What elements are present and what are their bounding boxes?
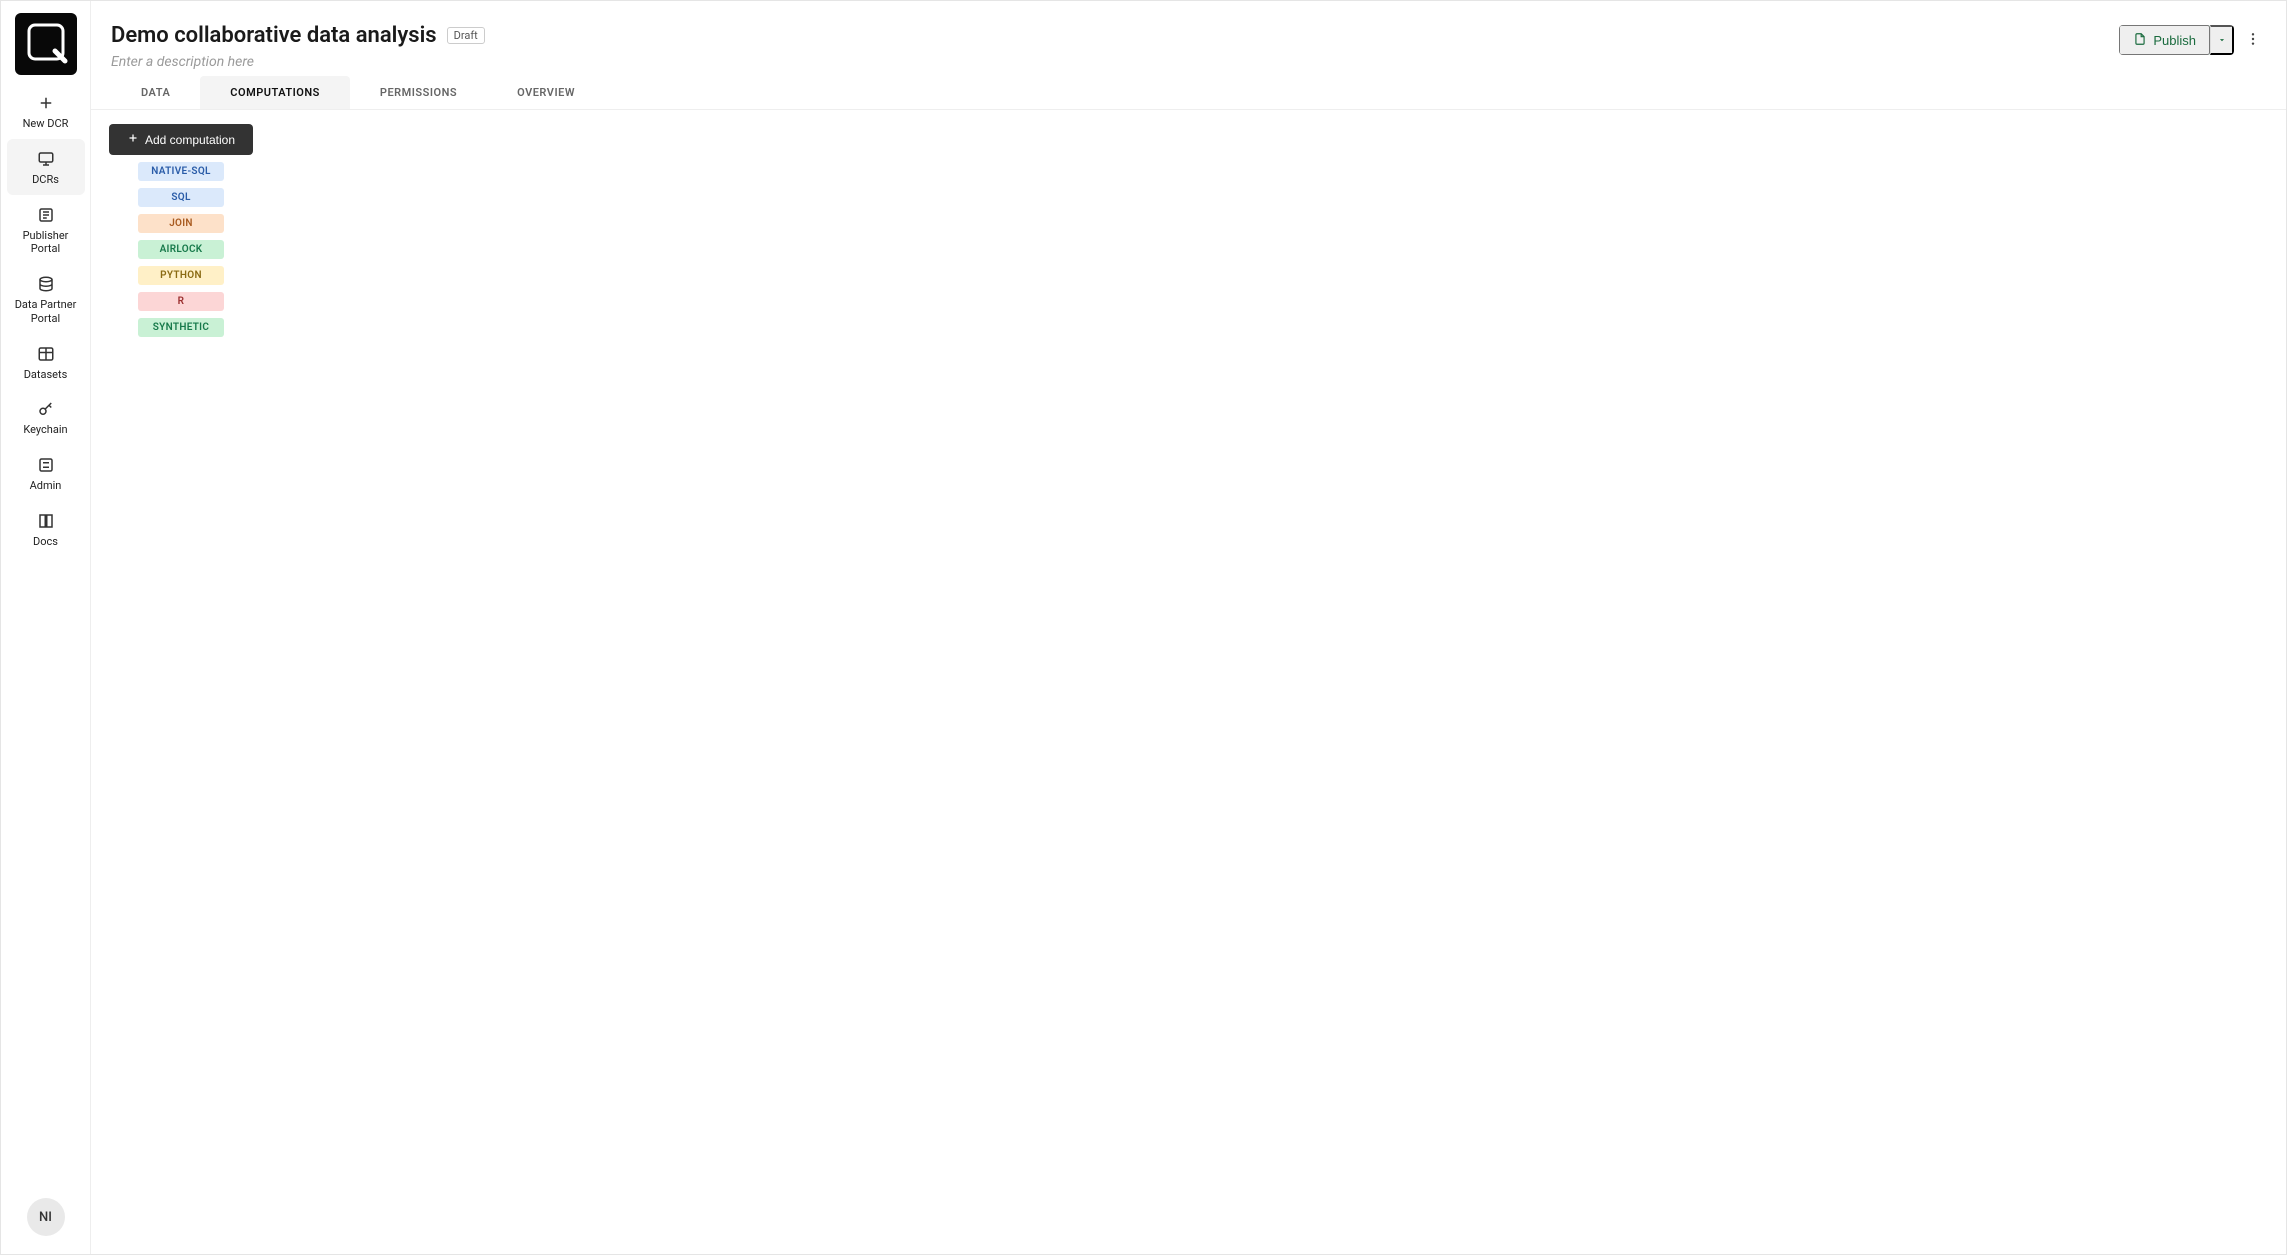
sidebar-item-label: New DCR — [23, 117, 69, 131]
sidebar-item-datasets[interactable]: Datasets — [7, 334, 85, 390]
page-title: Demo collaborative data analysis — [111, 23, 437, 48]
sidebar-item-admin[interactable]: Admin — [7, 445, 85, 501]
content-area: Add computation NATIVE-SQL SQL JOIN AIRL… — [91, 110, 2286, 1254]
tab-bar: DATA COMPUTATIONS PERMISSIONS OVERVIEW — [91, 76, 2286, 110]
tab-data[interactable]: DATA — [111, 76, 200, 109]
sidebar-item-label: Publisher Portal — [11, 229, 81, 257]
more-options-button[interactable] — [2240, 25, 2266, 55]
sidebar-item-dcrs[interactable]: DCRs — [7, 139, 85, 195]
avatar[interactable]: NI — [27, 1198, 65, 1236]
publish-button[interactable]: Publish — [2119, 25, 2210, 55]
computation-type-synthetic[interactable]: SYNTHETIC — [138, 318, 224, 337]
computation-type-native-sql[interactable]: NATIVE-SQL — [138, 162, 224, 181]
sidebar: New DCR DCRs Publisher Portal Data Partn… — [1, 1, 91, 1254]
computation-type-r[interactable]: R — [138, 292, 224, 311]
plus-icon — [127, 132, 139, 147]
sidebar-item-label: Docs — [33, 535, 58, 549]
sidebar-item-new-dcr[interactable]: New DCR — [7, 83, 85, 139]
key-icon — [36, 399, 56, 419]
document-icon — [2133, 32, 2147, 49]
sidebar-item-keychain[interactable]: Keychain — [7, 389, 85, 445]
sidebar-item-data-partner-portal[interactable]: Data Partner Portal — [7, 264, 85, 334]
tab-computations[interactable]: COMPUTATIONS — [200, 76, 350, 109]
sidebar-item-docs[interactable]: Docs — [7, 501, 85, 557]
add-computation-label: Add computation — [145, 133, 235, 147]
sidebar-item-label: DCRs — [32, 173, 59, 187]
publish-label: Publish — [2153, 33, 2196, 48]
newspaper-icon — [36, 205, 56, 225]
add-computation-button[interactable]: Add computation — [109, 124, 253, 155]
computation-type-join[interactable]: JOIN — [138, 214, 224, 233]
header: Demo collaborative data analysis Draft E… — [91, 1, 2286, 76]
sidebar-item-label: Datasets — [24, 368, 68, 382]
computation-type-python[interactable]: PYTHON — [138, 266, 224, 285]
book-icon — [36, 511, 56, 531]
chevron-down-icon — [2217, 33, 2227, 48]
description-input[interactable]: Enter a description here — [111, 54, 485, 70]
kebab-icon — [2245, 31, 2261, 50]
sidebar-item-publisher-portal[interactable]: Publisher Portal — [7, 195, 85, 265]
tab-overview[interactable]: OVERVIEW — [487, 76, 605, 109]
sidebar-item-label: Keychain — [23, 423, 67, 437]
sidebar-item-label: Admin — [30, 479, 62, 493]
database-icon — [36, 274, 56, 294]
plus-icon — [36, 93, 56, 113]
tab-permissions[interactable]: PERMISSIONS — [350, 76, 487, 109]
settings-icon — [36, 455, 56, 475]
publish-split-button: Publish — [2119, 25, 2234, 55]
sidebar-nav: New DCR DCRs Publisher Portal Data Partn… — [1, 83, 90, 557]
table-icon — [36, 344, 56, 364]
sidebar-item-label: Data Partner Portal — [11, 298, 81, 326]
publish-dropdown-button[interactable] — [2210, 25, 2234, 55]
app-logo[interactable] — [15, 13, 77, 75]
computation-type-airlock[interactable]: AIRLOCK — [138, 240, 224, 259]
status-badge: Draft — [447, 27, 485, 44]
main: Demo collaborative data analysis Draft E… — [91, 1, 2286, 1254]
computer-icon — [36, 149, 56, 169]
computation-type-sql[interactable]: SQL — [138, 188, 224, 207]
computations-panel: Add computation NATIVE-SQL SQL JOIN AIRL… — [109, 124, 253, 337]
